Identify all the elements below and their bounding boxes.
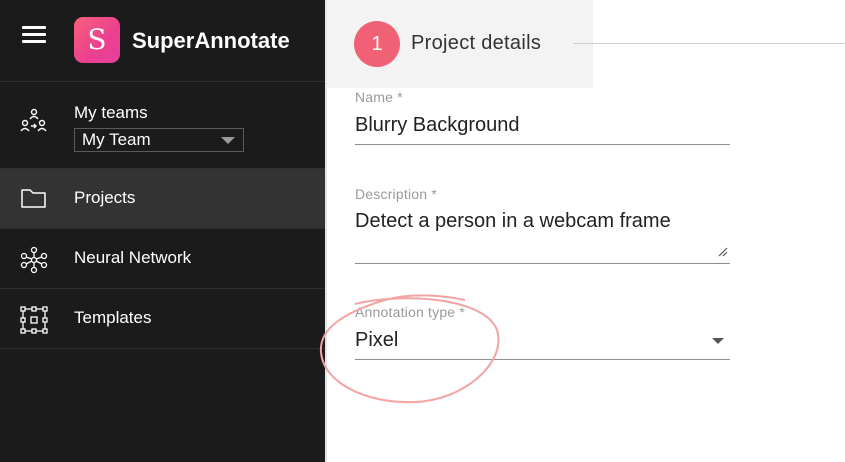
neural-network-icon (20, 246, 48, 274)
sidebar-item-label: Templates (74, 308, 152, 327)
hamburger-menu-icon[interactable] (22, 26, 46, 44)
team-select[interactable]: My Team (74, 128, 244, 152)
step-title: Project details (411, 32, 542, 54)
logo: S (74, 17, 120, 63)
chevron-down-icon (221, 137, 235, 144)
highlight-scribble-circle (319, 294, 500, 404)
dropdown-arrow-icon[interactable] (712, 338, 724, 344)
team-select-value: My Team (82, 130, 151, 149)
description-field[interactable]: Detect a person in a webcam frame (355, 210, 671, 233)
sidebar-header: S SuperAnnotate (0, 0, 325, 82)
templates-icon (20, 306, 48, 334)
folder-icon (21, 189, 46, 208)
sidebar-item-label: Neural Network (74, 248, 192, 267)
name-field[interactable]: Blurry Background (355, 114, 520, 137)
step-connector-line (573, 43, 845, 44)
sidebar-item-neural-network[interactable]: Neural Network (0, 229, 325, 289)
description-field-underline (355, 263, 730, 264)
name-field-label: Name * (355, 89, 403, 105)
step-number-badge: 1 (354, 21, 400, 67)
resize-grip-icon[interactable] (716, 245, 728, 257)
description-field-label: Description * (355, 186, 437, 202)
teams-section: My teams My Team (0, 82, 325, 169)
name-field-underline (355, 144, 730, 145)
teams-label: My teams (74, 103, 148, 122)
sidebar-item-projects[interactable]: Projects (0, 169, 325, 229)
sidebar-item-label: Projects (74, 188, 136, 207)
sidebar: S SuperAnnotate My teams My Team Project… (0, 0, 325, 462)
sidebar-item-templates[interactable]: Templates (0, 289, 325, 349)
teams-icon (20, 108, 47, 132)
brand-name: SuperAnnotate (132, 28, 290, 53)
